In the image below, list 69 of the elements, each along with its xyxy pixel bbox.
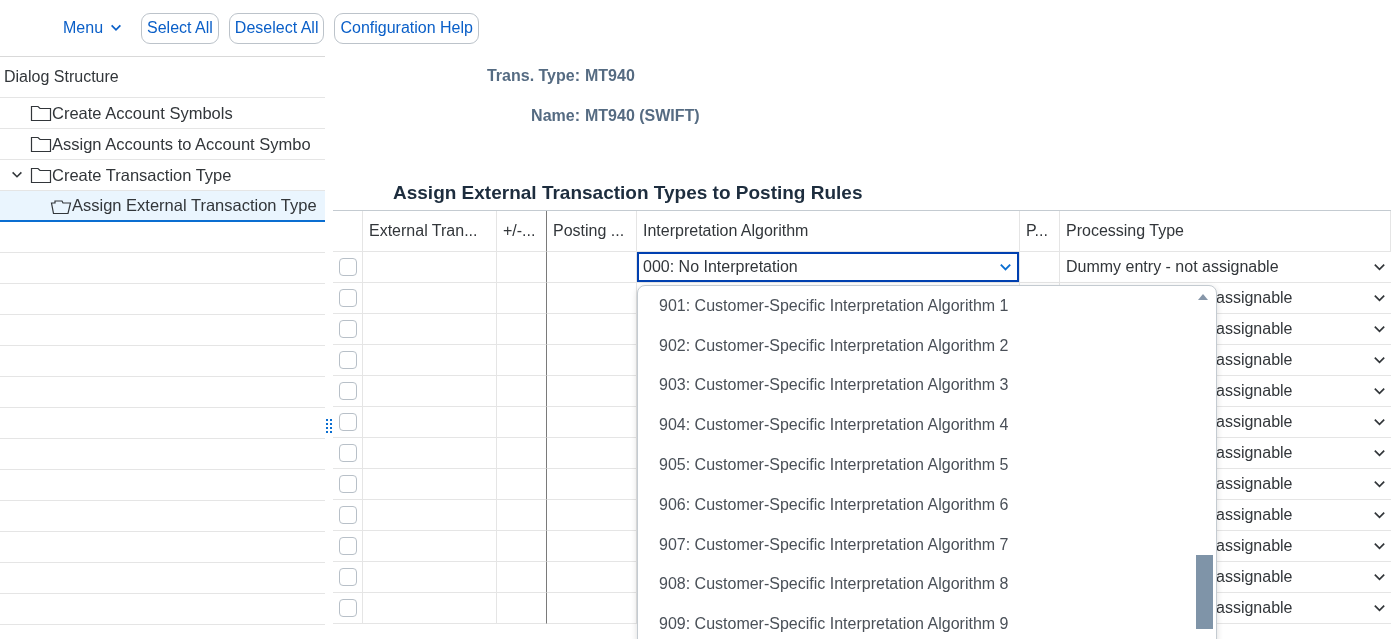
scroll-up-icon[interactable] [1198, 294, 1208, 300]
toolbar-button[interactable]: Deselect All [228, 12, 325, 44]
dropdown-value: assignable [1216, 475, 1293, 493]
dropdown-value: assignable [1216, 506, 1293, 524]
row-checkbox[interactable] [338, 475, 357, 493]
column-header[interactable]: +/-... [503, 222, 536, 240]
table-cell [497, 376, 547, 407]
table-cell [497, 593, 547, 624]
row-checkbox[interactable] [338, 351, 357, 369]
row-checkbox[interactable] [338, 444, 357, 462]
row-checkbox[interactable] [338, 289, 357, 307]
dropdown-option[interactable]: 909: Customer-Specific Interpretation Algorithm 9 [638, 604, 1216, 639]
tree-item[interactable]: Assign External Transaction Type [0, 191, 325, 222]
folder-icon [30, 104, 52, 122]
column-header[interactable]: P... [1026, 222, 1048, 240]
toolbar-button[interactable]: Select All [141, 12, 219, 44]
table-cell [497, 345, 547, 376]
row-checkbox[interactable] [338, 382, 357, 400]
toolbar-button[interactable]: Configuration Help [334, 12, 479, 44]
dropdown-value: assignable [1216, 599, 1293, 617]
dropdown-option[interactable]: 907: Customer-Specific Interpretation Algorithm 7 [638, 524, 1216, 565]
dropdown-value: assignable [1216, 413, 1293, 431]
column-header[interactable]: Posting ... [553, 222, 625, 240]
scrollbar-thumb[interactable] [1196, 555, 1213, 629]
table-title: Assign External Transaction Types to Posting Rules [393, 182, 863, 204]
dropdown-value: Dummy entry - not assignable [1066, 258, 1279, 276]
folder-icon [30, 166, 52, 184]
dropdown-value: assignable [1216, 537, 1293, 555]
column-header[interactable]: External Tran... [369, 222, 478, 240]
row-checkbox[interactable] [338, 537, 357, 555]
table-cell [497, 407, 547, 438]
field-value: MT940 (SWIFT) [585, 107, 700, 125]
dropdown-value: assignable [1216, 320, 1293, 338]
table-cell [497, 562, 547, 593]
dropdown-option[interactable]: 908: Customer-Specific Interpretation Algorithm 8 [638, 564, 1216, 605]
folder-icon [30, 135, 52, 153]
field-label: Name: [531, 107, 580, 125]
table-cell [497, 283, 547, 314]
resize-handle-icon[interactable] [326, 419, 332, 433]
row-checkbox[interactable] [338, 258, 357, 276]
column-header[interactable]: Interpretation Algorithm [643, 222, 809, 240]
dropdown-field[interactable]: 000: No Interpretation [637, 252, 1019, 282]
column-header[interactable]: Processing Type [1066, 222, 1184, 240]
dropdown-value: assignable [1216, 289, 1293, 307]
row-checkbox[interactable] [338, 413, 357, 431]
table-cell [497, 438, 547, 469]
table-cell [497, 314, 547, 345]
row-checkbox[interactable] [338, 506, 357, 524]
panel-title: Dialog Structure [4, 68, 119, 86]
dropdown-value: assignable [1216, 568, 1293, 586]
dropdown-option[interactable]: 906: Customer-Specific Interpretation Algorithm 6 [638, 485, 1216, 525]
dropdown-option[interactable]: 903: Customer-Specific Interpretation Algorithm 3 [638, 365, 1216, 406]
row-checkbox[interactable] [338, 599, 357, 617]
field-value: MT940 [585, 67, 635, 85]
dropdown-value: assignable [1216, 444, 1293, 462]
row-checkbox[interactable] [338, 568, 357, 586]
dropdown-option[interactable]: 905: Customer-Specific Interpretation Algorithm 5 [638, 445, 1216, 485]
dropdown-option[interactable]: 901: Customer-Specific Interpretation Algorithm 1 [638, 286, 1216, 326]
tree-item[interactable]: Assign Accounts to Account Symbo [0, 129, 325, 160]
field-label: Trans. Type: [486, 67, 580, 85]
table-cell [497, 469, 547, 500]
dropdown-value: assignable [1216, 351, 1293, 369]
table-cell [497, 531, 547, 562]
dropdown-value: assignable [1216, 382, 1293, 400]
table-cell [497, 500, 547, 531]
dropdown-option[interactable]: 904: Customer-Specific Interpretation Algorithm 4 [638, 405, 1216, 446]
dropdown-option[interactable]: 902: Customer-Specific Interpretation Algorithm 2 [638, 325, 1216, 366]
tree-item[interactable]: Create Account Symbols [0, 98, 325, 129]
row-checkbox[interactable] [338, 320, 357, 338]
